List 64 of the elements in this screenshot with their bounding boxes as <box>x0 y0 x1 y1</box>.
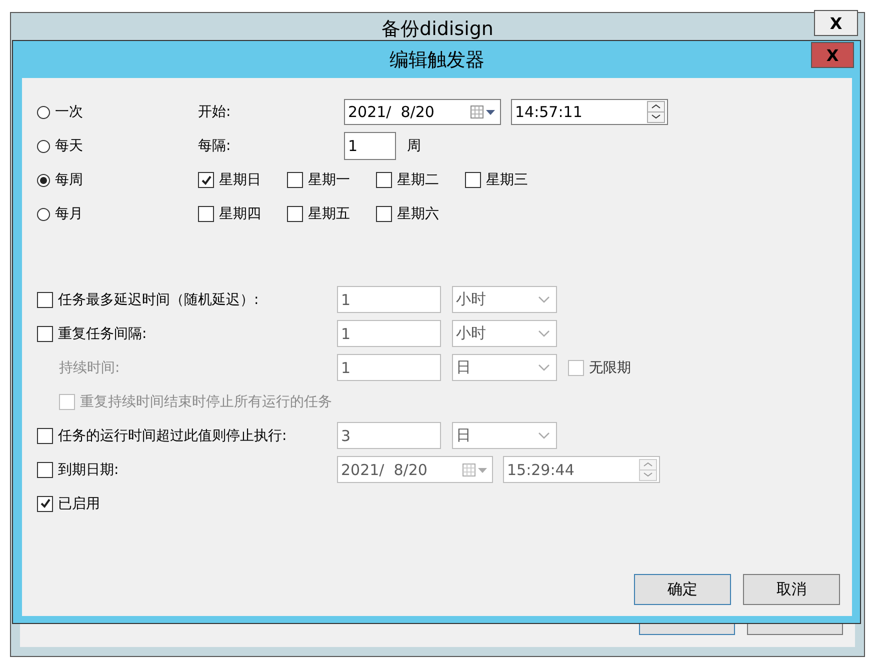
checkbox-label[interactable]: 已启用 <box>58 494 100 512</box>
spinner-icon[interactable] <box>647 101 665 123</box>
checkbox[interactable] <box>287 172 303 188</box>
checkbox-label[interactable]: 重复任务间隔: <box>58 324 147 342</box>
checkbox[interactable] <box>465 172 481 188</box>
close-button[interactable]: X <box>811 42 854 68</box>
unit-label: 周 <box>407 137 421 155</box>
checkbox-label[interactable]: 星期三 <box>486 171 528 189</box>
checkbox[interactable] <box>568 360 584 376</box>
checkbox[interactable] <box>37 462 53 478</box>
calendar-icon[interactable] <box>470 105 496 119</box>
chevron-down-icon <box>538 432 550 440</box>
start-label: 开始: <box>198 103 232 121</box>
checkbox[interactable] <box>37 292 53 308</box>
checkbox-label[interactable]: 星期日 <box>219 171 261 189</box>
checkbox[interactable] <box>37 428 53 444</box>
checkbox-label[interactable]: 无限期 <box>589 358 631 376</box>
checkbox[interactable] <box>287 206 303 222</box>
radio-label[interactable]: 每天 <box>55 137 83 155</box>
checkbox[interactable] <box>198 172 214 188</box>
window-title: 备份didisign <box>382 17 494 42</box>
checkbox-label[interactable]: 星期五 <box>308 205 350 223</box>
checkbox-label[interactable]: 星期一 <box>308 171 350 189</box>
unit-dropdown[interactable]: 小时 <box>452 286 557 313</box>
checkbox-label[interactable]: 星期六 <box>397 205 439 223</box>
checkbox-label[interactable]: 任务的运行时间超过此值则停止执行: <box>58 426 287 444</box>
chevron-down-icon <box>538 296 550 304</box>
checkbox-label[interactable]: 任务最多延迟时间（随机延迟）: <box>58 290 259 308</box>
number-field[interactable]: 1 <box>337 286 441 313</box>
checkbox[interactable] <box>198 206 214 222</box>
checkbox-label[interactable]: 到期日期: <box>58 460 119 478</box>
unit-dropdown[interactable]: 日 <box>452 354 557 381</box>
radio-label[interactable]: 每周 <box>55 171 83 189</box>
time-field[interactable]: 15:29:44 <box>503 456 660 483</box>
checkbox[interactable] <box>37 326 53 342</box>
close-button[interactable]: X <box>814 10 858 36</box>
interval-label: 每隔: <box>198 137 232 155</box>
date-picker[interactable]: 2021/ 8/20 <box>337 456 493 483</box>
checkbox-label[interactable]: 星期二 <box>397 171 439 189</box>
checkbox[interactable] <box>37 496 53 512</box>
radio-button[interactable] <box>37 106 50 118</box>
field-label: 持续时间: <box>59 358 120 376</box>
radio-button[interactable] <box>37 174 50 186</box>
radio-button[interactable] <box>37 208 50 220</box>
chevron-down-icon <box>538 364 550 372</box>
unit-dropdown[interactable]: 日 <box>452 422 557 449</box>
date-picker[interactable]: 2021/ 8/20 <box>344 99 501 125</box>
dialog-button[interactable]: 取消 <box>743 574 840 605</box>
interval-field[interactable]: 1 <box>344 132 396 160</box>
radio-label[interactable]: 一次 <box>55 103 83 121</box>
radio-label[interactable]: 每月 <box>55 205 83 223</box>
checkbox[interactable] <box>59 394 75 410</box>
radio-button[interactable] <box>37 140 50 152</box>
checkbox[interactable] <box>376 172 392 188</box>
time-field[interactable]: 14:57:11 <box>511 99 668 125</box>
dialog-title: 编辑触发器 <box>390 48 484 72</box>
checkbox-label[interactable]: 星期四 <box>219 205 261 223</box>
number-field[interactable]: 3 <box>337 422 441 449</box>
number-field[interactable]: 1 <box>337 320 441 347</box>
dialog-button[interactable]: 确定 <box>634 574 731 605</box>
number-field[interactable]: 1 <box>337 354 441 381</box>
checkbox[interactable] <box>376 206 392 222</box>
unit-dropdown[interactable]: 小时 <box>452 320 557 347</box>
chevron-down-icon <box>538 330 550 338</box>
